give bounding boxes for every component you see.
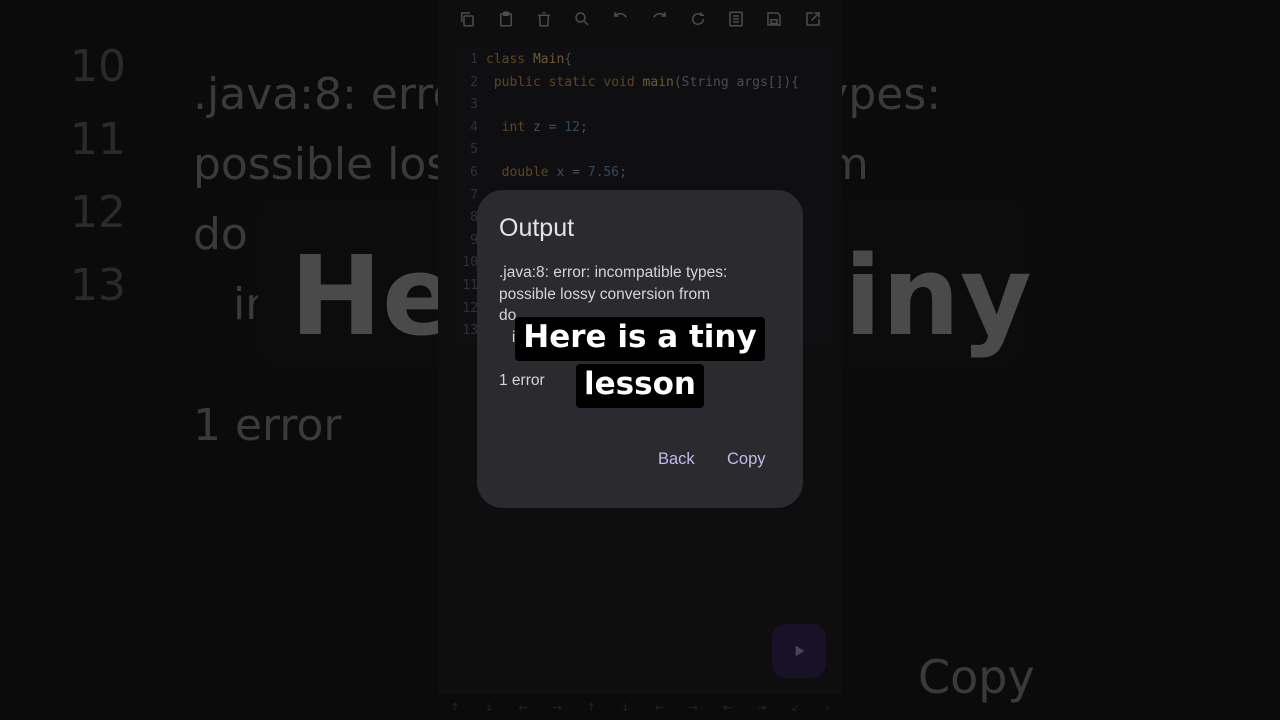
- caption-line-2: lesson: [0, 364, 1280, 408]
- bg-line-number: 13: [70, 260, 126, 311]
- caption-text: Here is a tiny: [515, 317, 765, 361]
- caption-text: lesson: [576, 364, 704, 408]
- bg-copy-label: Copy: [918, 650, 1035, 704]
- back-button[interactable]: Back: [658, 450, 695, 469]
- copy-button[interactable]: Copy: [727, 450, 766, 469]
- bg-line-number: 12: [70, 187, 126, 238]
- bg-line-number: 10: [70, 41, 126, 92]
- caption-line-1: Here is a tiny: [0, 317, 1280, 361]
- dialog-title: Output: [499, 214, 575, 242]
- bg-line-numbers: 10 11 12 13: [70, 30, 126, 322]
- bg-line-number: 11: [70, 114, 126, 165]
